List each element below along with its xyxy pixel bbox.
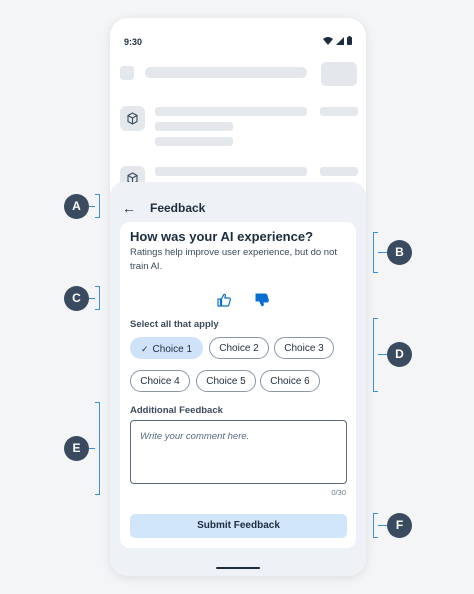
status-time: 9:30 — [124, 37, 143, 47]
marker-d: D — [387, 342, 412, 367]
bracket-c — [95, 286, 100, 310]
comment-placeholder: Write your comment here. — [140, 431, 250, 442]
rating-buttons — [216, 292, 270, 308]
skeleton-icon — [120, 106, 145, 131]
check-icon: ✓ — [140, 344, 149, 354]
status-icons — [323, 36, 352, 45]
connector-d — [378, 354, 387, 355]
comment-textarea[interactable]: Write your comment here. — [130, 420, 347, 484]
select-label: Select all that apply — [130, 319, 219, 330]
choice-chip-4[interactable]: Choice 4 — [130, 370, 190, 392]
chip-label: Choice 2 — [219, 343, 259, 354]
chip-label: Choice 1 — [152, 344, 192, 355]
skeleton-line — [155, 137, 233, 146]
sheet-header: ← Feedback — [122, 200, 205, 216]
character-counter: 0/30 — [331, 488, 346, 497]
marker-e: E — [64, 436, 89, 461]
marker-a: A — [64, 194, 89, 219]
marker-c: C — [64, 286, 89, 311]
feedback-card: How was your AI experience? Ratings help… — [120, 222, 356, 548]
choice-chip-3[interactable]: Choice 3 — [274, 337, 334, 359]
submit-feedback-button[interactable]: Submit Feedback — [130, 514, 347, 538]
feedback-sheet: ← Feedback How was your AI experience? R… — [110, 182, 366, 576]
thumbs-down-icon[interactable] — [254, 292, 270, 308]
question-title: How was your AI experience? — [130, 229, 314, 244]
question-subtitle: Ratings help improve user experience, bu… — [130, 247, 338, 272]
skeleton-line — [155, 122, 233, 131]
marker-f: F — [387, 513, 412, 538]
back-arrow-icon[interactable]: ← — [122, 200, 138, 216]
sheet-title: Feedback — [150, 201, 206, 215]
skeleton-box — [321, 62, 357, 86]
skeleton-line — [145, 67, 307, 78]
thumbs-up-icon[interactable] — [216, 292, 232, 308]
additional-feedback-label: Additional Feedback — [130, 405, 223, 416]
bracket-a — [95, 194, 100, 218]
choice-chip-5[interactable]: Choice 5 — [196, 370, 256, 392]
chip-label: Choice 4 — [140, 376, 180, 387]
skeleton-line — [320, 167, 358, 176]
skeleton-square — [120, 66, 134, 80]
skeleton-line — [320, 107, 358, 116]
chip-label: Choice 5 — [206, 376, 246, 387]
connector-b — [378, 252, 387, 253]
choice-chip-1[interactable]: ✓ Choice 1 — [130, 337, 203, 359]
chip-label: Choice 6 — [270, 376, 310, 387]
battery-icon — [347, 36, 352, 45]
signal-icon — [336, 36, 344, 45]
wifi-icon — [323, 36, 333, 45]
skeleton-line — [155, 167, 307, 176]
phone-frame: 9:30 ← Feedback How was your AI experien… — [110, 18, 366, 576]
choice-chip-2[interactable]: Choice 2 — [209, 337, 269, 359]
bracket-d — [373, 318, 378, 392]
cube-icon — [127, 112, 138, 125]
home-indicator — [216, 567, 260, 569]
choice-chip-6[interactable]: Choice 6 — [260, 370, 320, 392]
connector-f — [378, 525, 387, 526]
skeleton-line — [155, 107, 307, 116]
chip-label: Choice 3 — [284, 343, 324, 354]
marker-b: B — [387, 240, 412, 265]
bracket-e — [95, 402, 100, 495]
